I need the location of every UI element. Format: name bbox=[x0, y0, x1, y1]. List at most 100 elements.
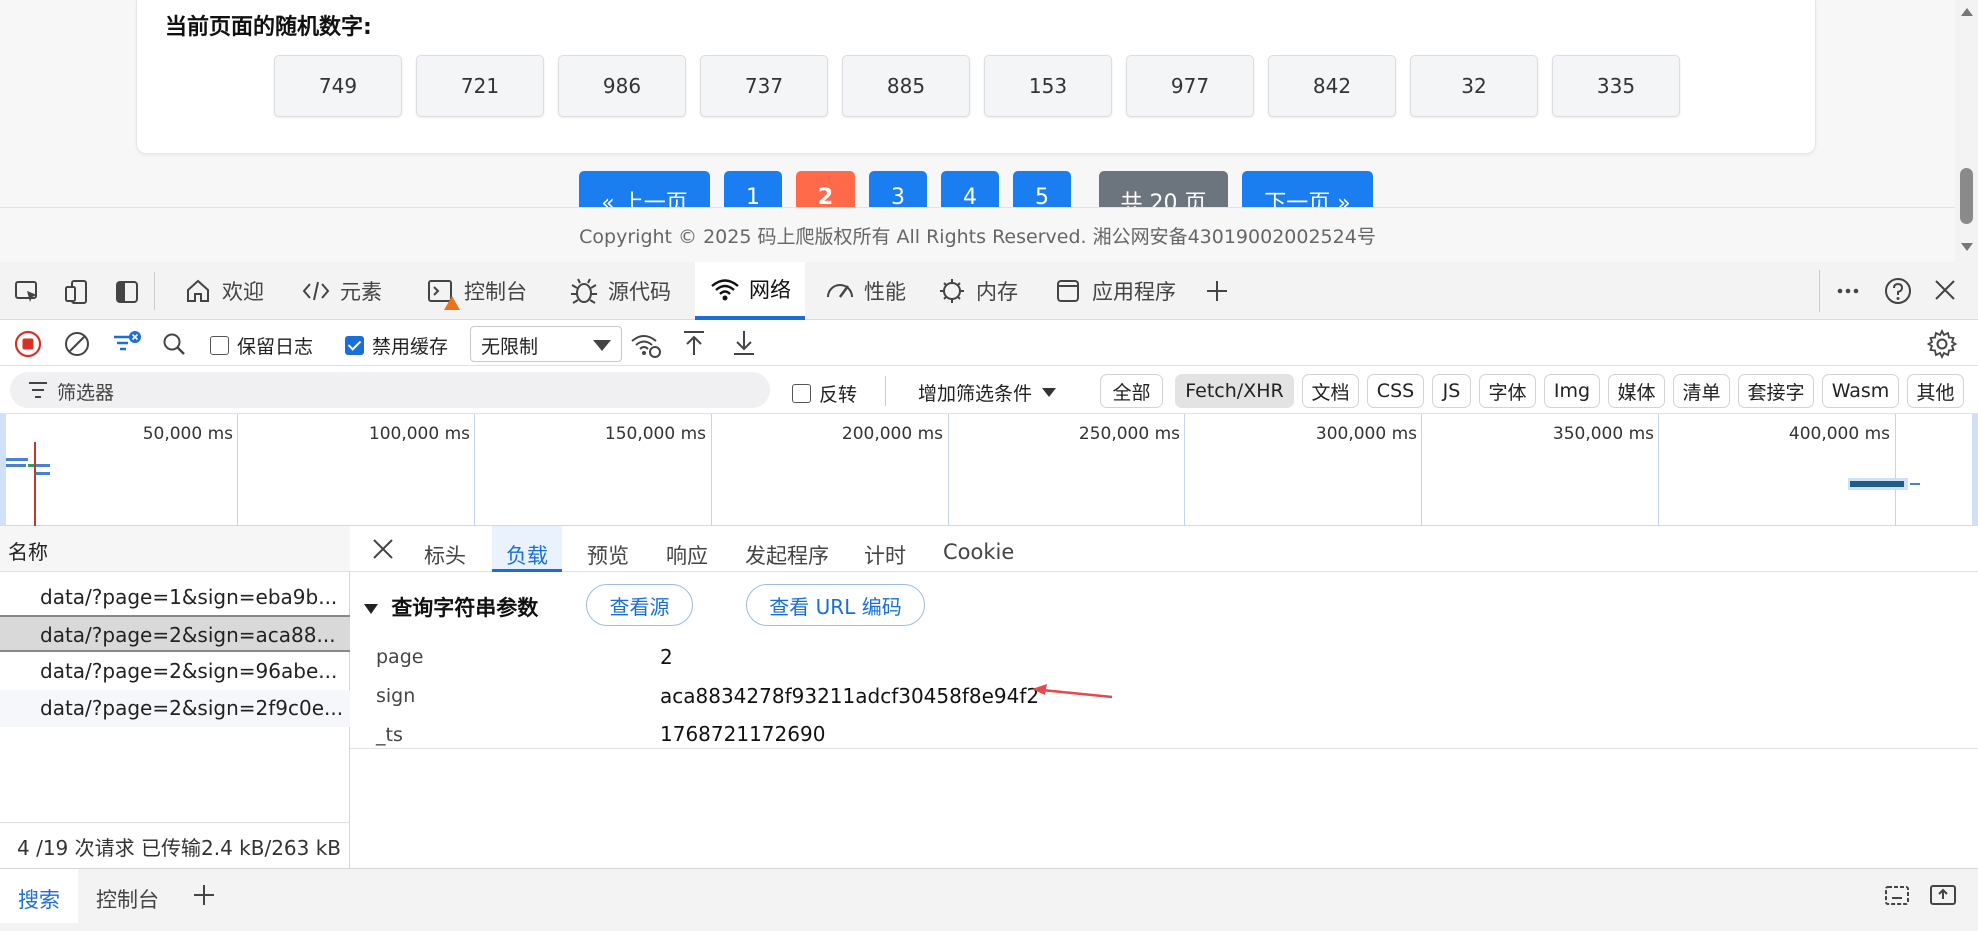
overview-handle-right[interactable] bbox=[1972, 414, 1978, 526]
drawer-tab-search[interactable]: 搜索 bbox=[0, 869, 78, 923]
tab-preview[interactable]: 预览 bbox=[575, 526, 641, 572]
tab-performance[interactable]: 性能 bbox=[812, 262, 918, 320]
throttling-select[interactable]: 无限制 bbox=[470, 326, 622, 362]
disable-cache-checkbox[interactable]: 禁用缓存 bbox=[345, 332, 448, 359]
request-bar bbox=[1850, 481, 1904, 487]
tab-memory[interactable]: 内存 bbox=[924, 262, 1030, 320]
query-string-section-toggle[interactable]: 查询字符串参数 bbox=[364, 592, 538, 622]
type-filter-media[interactable]: 媒体 bbox=[1608, 374, 1665, 408]
type-filter-fetch-xhr[interactable]: Fetch/XHR bbox=[1175, 374, 1294, 408]
number-box: 721 bbox=[416, 55, 544, 117]
scroll-down-arrow-icon[interactable] bbox=[1961, 243, 1973, 251]
type-filter-js[interactable]: JS bbox=[1432, 374, 1471, 408]
tab-headers[interactable]: 标头 bbox=[412, 526, 478, 572]
request-summary-status: 4 /19 次请求 已传输2.4 kB/263 kB bbox=[17, 836, 342, 860]
tab-welcome[interactable]: 欢迎 bbox=[170, 262, 276, 320]
timeline-tick-label: 200,000 ms bbox=[841, 424, 943, 444]
drawer-tab-console[interactable]: 控制台 bbox=[80, 869, 175, 923]
help-icon[interactable] bbox=[1882, 275, 1914, 307]
type-filter-css[interactable]: CSS bbox=[1367, 374, 1424, 408]
close-devtools-icon[interactable] bbox=[1930, 275, 1960, 305]
filter-input[interactable]: 筛选器 bbox=[10, 372, 770, 408]
export-har-download-icon[interactable] bbox=[730, 328, 758, 358]
overview-handle-left[interactable] bbox=[0, 414, 6, 526]
throttling-value: 无限制 bbox=[481, 336, 539, 358]
request-row[interactable]: data/?page=1&sign=eba9b... bbox=[0, 579, 350, 616]
type-filter-doc[interactable]: 文档 bbox=[1302, 374, 1359, 408]
add-tab-plus-icon[interactable] bbox=[1202, 276, 1232, 306]
network-settings-gear-icon[interactable] bbox=[1926, 328, 1958, 360]
tab-label: 应用程序 bbox=[1092, 280, 1176, 304]
record-stop-icon[interactable] bbox=[14, 330, 42, 358]
bottom-drawer: 搜索 控制台 bbox=[0, 868, 1978, 931]
request-row-selected[interactable]: data/?page=2&sign=aca88... bbox=[0, 615, 350, 652]
number-box: 32 bbox=[1410, 55, 1538, 117]
preserve-log-checkbox[interactable]: 保留日志 bbox=[210, 332, 313, 359]
checkbox-box[interactable] bbox=[210, 336, 229, 355]
request-bar bbox=[28, 464, 34, 467]
tab-label: 源代码 bbox=[608, 280, 671, 304]
type-filter-font[interactable]: 字体 bbox=[1479, 374, 1536, 408]
checkbox-box[interactable] bbox=[792, 384, 811, 403]
more-options-icon[interactable] bbox=[1833, 276, 1863, 306]
dock-side-icon[interactable] bbox=[112, 277, 142, 307]
name-column-header[interactable]: 名称 bbox=[0, 526, 350, 572]
timeline-overview[interactable]: 50,000 ms 100,000 ms 150,000 ms 200,000 … bbox=[0, 414, 1978, 526]
import-har-upload-icon[interactable] bbox=[680, 328, 708, 358]
page-footer: Copyright © 2025 码上爬版权所有 All Rights Rese… bbox=[0, 207, 1955, 262]
request-row[interactable]: data/?page=2&sign=96abe... bbox=[0, 653, 350, 690]
request-row[interactable]: data/?page=2&sign=2f9c0e... bbox=[0, 690, 350, 727]
detail-tab-bar: 标头 负载 预览 响应 发起程序 计时 Cookie bbox=[350, 526, 1978, 572]
tab-network[interactable]: 网络 bbox=[695, 262, 805, 320]
device-emulation-icon[interactable] bbox=[62, 277, 92, 307]
network-conditions-icon[interactable] bbox=[630, 330, 662, 360]
tab-console[interactable]: 控制台 bbox=[412, 262, 539, 320]
page-scrollbar[interactable] bbox=[1955, 0, 1978, 262]
invert-checkbox[interactable]: 反转 bbox=[792, 380, 857, 407]
type-filter-img[interactable]: Img bbox=[1544, 374, 1600, 408]
divider bbox=[0, 822, 350, 823]
tab-payload[interactable]: 负载 bbox=[492, 526, 562, 572]
param-value: aca8834278f93211adcf30458f8e94f2 bbox=[660, 684, 1040, 708]
search-icon[interactable] bbox=[160, 330, 188, 358]
tab-sources[interactable]: 源代码 bbox=[556, 262, 683, 320]
request-bar bbox=[6, 458, 28, 461]
request-detail-pane: 标头 负载 预览 响应 发起程序 计时 Cookie 查询字符串参数 查看源 查… bbox=[350, 526, 1978, 868]
number-box: 977 bbox=[1126, 55, 1254, 117]
scroll-up-arrow-icon[interactable] bbox=[1961, 8, 1973, 16]
type-filter-manifest[interactable]: 清单 bbox=[1673, 374, 1730, 408]
add-drawer-tab-plus-icon[interactable] bbox=[190, 881, 218, 909]
inspect-element-icon[interactable] bbox=[12, 277, 42, 307]
tab-response[interactable]: 响应 bbox=[654, 526, 720, 572]
scrollbar-thumb[interactable] bbox=[1960, 168, 1973, 224]
checkbox-box-checked[interactable] bbox=[345, 336, 364, 355]
tab-elements[interactable]: 元素 bbox=[288, 262, 394, 320]
view-source-button[interactable]: 查看源 bbox=[586, 584, 693, 626]
tab-timing[interactable]: 计时 bbox=[852, 526, 918, 572]
clear-icon[interactable] bbox=[63, 330, 91, 358]
filter-icon bbox=[28, 381, 48, 404]
filter-placeholder: 筛选器 bbox=[57, 382, 115, 404]
filter-settings-icon[interactable] bbox=[111, 328, 143, 360]
type-filter-wasm[interactable]: Wasm bbox=[1822, 374, 1899, 408]
tab-label: 内存 bbox=[976, 280, 1018, 304]
close-detail-icon[interactable] bbox=[370, 536, 396, 562]
type-filter-other[interactable]: 其他 bbox=[1907, 374, 1964, 408]
view-url-encoded-button[interactable]: 查看 URL 编码 bbox=[746, 584, 925, 626]
dock-drawer-icon[interactable] bbox=[1882, 881, 1912, 909]
console-icon bbox=[424, 275, 460, 310]
annotation-arrow-icon bbox=[1032, 684, 1113, 699]
numbers-card: 当前页面的随机数字: 749 721 986 737 885 153 977 8… bbox=[136, 0, 1816, 154]
request-bar bbox=[6, 464, 26, 467]
tab-cookies[interactable]: Cookie bbox=[931, 526, 1026, 572]
tab-initiator[interactable]: 发起程序 bbox=[733, 526, 841, 572]
type-filter-websocket[interactable]: 套接字 bbox=[1738, 374, 1814, 408]
more-filters-dropdown[interactable]: 增加筛选条件 bbox=[918, 379, 1057, 406]
tab-application[interactable]: 应用程序 bbox=[1040, 262, 1188, 320]
card-title: 当前页面的随机数字: bbox=[165, 15, 372, 40]
checkbox-label: 禁用缓存 bbox=[372, 336, 449, 358]
number-box: 885 bbox=[842, 55, 970, 117]
request-bar bbox=[1910, 483, 1920, 485]
maximize-drawer-icon[interactable] bbox=[1928, 881, 1958, 909]
type-filter-all[interactable]: 全部 bbox=[1100, 374, 1163, 408]
